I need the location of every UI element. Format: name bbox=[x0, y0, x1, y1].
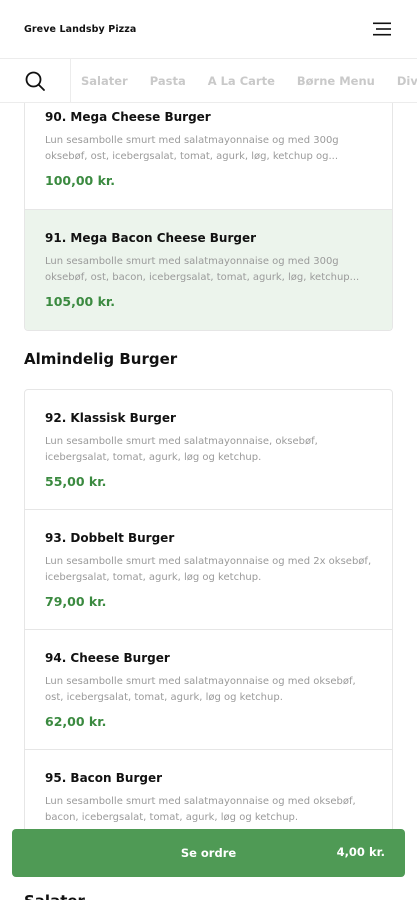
tab-salater[interactable]: Salater bbox=[81, 74, 128, 88]
item-name: 95. Bacon Burger bbox=[45, 771, 163, 785]
tab-a-la-carte[interactable]: A La Carte bbox=[208, 74, 275, 88]
section-title: Almindelig Burger bbox=[24, 350, 178, 368]
menu-list[interactable]: 90. Mega Cheese Burger Lun sesambolle sm… bbox=[0, 103, 417, 900]
item-price: 55,00 kr. bbox=[45, 474, 107, 489]
menu-item[interactable]: 92. Klassisk Burger Lun sesambolle smurt… bbox=[25, 390, 392, 510]
order-label: Se ordre bbox=[180, 846, 237, 860]
menu-item[interactable]: 94. Cheese Burger Lun sesambolle smurt m… bbox=[25, 630, 392, 750]
category-bar: Salater Pasta A La Carte Børne Menu Dive… bbox=[0, 58, 417, 103]
app-header: Greve Landsby Pizza bbox=[0, 0, 417, 58]
next-section-title: Salater bbox=[24, 892, 85, 900]
item-description: Lun sesambolle smurt med salatmayonnaise… bbox=[45, 676, 356, 703]
menu-item[interactable]: 90. Mega Cheese Burger Lun sesambolle sm… bbox=[25, 103, 392, 210]
hamburger-menu-icon bbox=[373, 22, 391, 36]
menu-item-selected[interactable]: 91. Mega Bacon Cheese Burger Lun sesambo… bbox=[25, 210, 392, 330]
brand-name[interactable]: Greve Landsby Pizza bbox=[24, 24, 136, 35]
item-price: 100,00 kr. bbox=[45, 173, 116, 188]
menu-item[interactable]: 93. Dobbelt Burger Lun sesambolle smurt … bbox=[25, 510, 392, 630]
menu-group: 92. Klassisk Burger Lun sesambolle smurt… bbox=[24, 389, 393, 871]
search-icon bbox=[25, 71, 45, 91]
item-description: Lun sesambolle smurt med salatmayonnaise… bbox=[45, 556, 372, 583]
order-total: 4,00 kr. bbox=[336, 845, 385, 859]
tab-diverse[interactable]: Diverse bbox=[397, 74, 417, 88]
item-description: Lun sesambolle smurt med salatmayonnaise… bbox=[45, 256, 360, 283]
item-description: Lun sesambolle smurt med salatmayonnaise… bbox=[45, 796, 356, 823]
item-name: 91. Mega Bacon Cheese Burger bbox=[45, 231, 257, 245]
item-name: 93. Dobbelt Burger bbox=[45, 531, 175, 545]
item-price: 105,00 kr. bbox=[45, 294, 116, 309]
item-price: 79,00 kr. bbox=[45, 594, 107, 609]
search-button[interactable] bbox=[0, 59, 71, 102]
tab-pasta[interactable]: Pasta bbox=[150, 74, 186, 88]
menu-group: 90. Mega Cheese Burger Lun sesambolle sm… bbox=[24, 103, 393, 331]
view-order-button[interactable]: Se ordre 4,00 kr. bbox=[12, 829, 405, 877]
item-description: Lun sesambolle smurt med salatmayonnaise… bbox=[45, 135, 339, 162]
item-price: 62,00 kr. bbox=[45, 714, 107, 729]
item-description: Lun sesambolle smurt med salatmayonnaise… bbox=[45, 436, 318, 463]
item-name: 92. Klassisk Burger bbox=[45, 411, 176, 425]
category-tabs: Salater Pasta A La Carte Børne Menu Dive… bbox=[71, 74, 417, 88]
item-name: 90. Mega Cheese Burger bbox=[45, 110, 211, 124]
tab-borne-menu[interactable]: Børne Menu bbox=[297, 74, 375, 88]
item-name: 94. Cheese Burger bbox=[45, 651, 170, 665]
menu-button[interactable] bbox=[371, 18, 393, 40]
